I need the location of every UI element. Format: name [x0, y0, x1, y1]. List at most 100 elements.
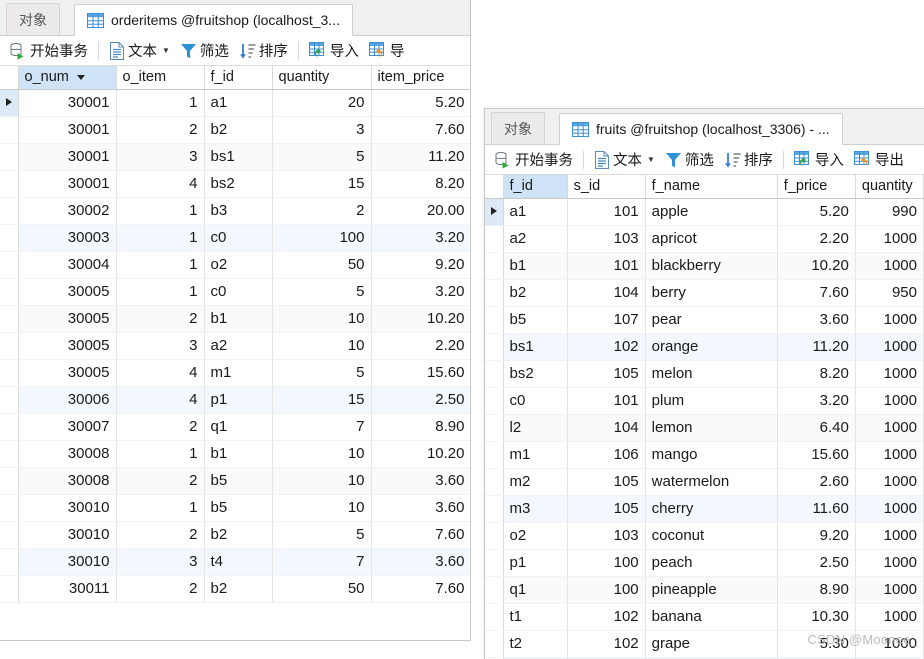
cell-quantity[interactable]: 5 [272, 278, 372, 306]
cell-f_price[interactable]: 11.20 [777, 333, 856, 361]
table-row[interactable]: b1 101 blackberry 10.20 1000 [485, 252, 924, 280]
cell-quantity[interactable]: 10 [272, 305, 372, 333]
cell-f_price[interactable]: 3.60 [777, 306, 856, 334]
cell-item_price[interactable]: 9.20 [371, 251, 470, 279]
cell-item_price[interactable]: 10.20 [371, 305, 470, 333]
row-marker-cell[interactable] [0, 170, 19, 198]
cell-o_item[interactable]: 2 [116, 116, 205, 144]
row-marker-cell[interactable] [0, 359, 19, 387]
cell-quantity[interactable]: 10 [272, 440, 372, 468]
cell-item_price[interactable]: 7.60 [371, 116, 470, 144]
cell-f_name[interactable]: apricot [645, 225, 778, 253]
cell-f_price[interactable]: 2.20 [777, 225, 856, 253]
cell-s_id[interactable]: 104 [567, 414, 646, 442]
table-row[interactable]: m1 106 mango 15.60 1000 [485, 441, 924, 469]
row-marker-cell[interactable] [485, 495, 504, 523]
table-row[interactable]: b2 104 berry 7.60 950 [485, 279, 924, 307]
cell-f_id[interactable]: m3 [503, 495, 568, 523]
cell-item_price[interactable]: 2.50 [371, 386, 470, 414]
cell-o_num[interactable]: 30008 [18, 440, 117, 468]
cell-item_price[interactable]: 7.60 [371, 521, 470, 549]
cell-o_num[interactable]: 30011 [18, 575, 117, 603]
cell-quantity[interactable]: 10 [272, 494, 372, 522]
cell-item_price[interactable]: 15.60 [371, 359, 470, 387]
cell-quantity[interactable]: 1000 [855, 441, 924, 469]
cell-f_id[interactable]: bs2 [503, 360, 568, 388]
cell-f_id[interactable]: p1 [204, 386, 273, 414]
cell-o_num[interactable]: 30008 [18, 467, 117, 495]
cell-s_id[interactable]: 105 [567, 360, 646, 388]
cell-quantity[interactable]: 100 [272, 224, 372, 252]
cell-quantity[interactable]: 1000 [855, 468, 924, 496]
cell-quantity[interactable]: 1000 [855, 549, 924, 577]
cell-s_id[interactable]: 101 [567, 198, 646, 226]
table-row[interactable]: 30006 4 p1 15 2.50 [0, 386, 470, 414]
cell-f_id[interactable]: t4 [204, 548, 273, 576]
cell-o_item[interactable]: 1 [116, 494, 205, 522]
row-marker-cell[interactable] [0, 467, 19, 495]
row-marker-cell[interactable] [0, 413, 19, 441]
table-row[interactable]: 30001 4 bs2 15 8.20 [0, 170, 470, 198]
row-marker-cell[interactable] [0, 386, 19, 414]
cell-quantity[interactable]: 1000 [855, 603, 924, 631]
cell-f_price[interactable]: 6.40 [777, 414, 856, 442]
cell-quantity[interactable]: 950 [855, 279, 924, 307]
cell-f_name[interactable]: apple [645, 198, 778, 226]
cell-o_num[interactable]: 30001 [18, 116, 117, 144]
cell-f_id[interactable]: a1 [204, 89, 273, 117]
cell-f_name[interactable]: melon [645, 360, 778, 388]
cell-s_id[interactable]: 107 [567, 306, 646, 334]
sort-button[interactable]: 排序 [234, 38, 293, 64]
row-marker-cell[interactable] [485, 468, 504, 496]
row-marker-cell[interactable] [485, 630, 504, 658]
chevron-down-icon[interactable]: ▼ [162, 46, 170, 55]
cell-quantity[interactable]: 5 [272, 359, 372, 387]
cell-quantity[interactable]: 1000 [855, 414, 924, 442]
cell-o_item[interactable]: 4 [116, 170, 205, 198]
cell-o_item[interactable]: 2 [116, 467, 205, 495]
cell-f_id[interactable]: a2 [503, 225, 568, 253]
cell-item_price[interactable]: 3.60 [371, 548, 470, 576]
cell-f_id[interactable]: o2 [204, 251, 273, 279]
row-marker-cell[interactable] [0, 251, 19, 279]
filter-button[interactable]: 筛选 [175, 38, 234, 64]
cell-item_price[interactable]: 20.00 [371, 197, 470, 225]
cell-item_price[interactable]: 5.20 [371, 89, 470, 117]
cell-f_name[interactable]: cherry [645, 495, 778, 523]
cell-o_item[interactable]: 1 [116, 440, 205, 468]
cell-o_num[interactable]: 30010 [18, 548, 117, 576]
row-marker-cell[interactable] [485, 603, 504, 631]
cell-item_price[interactable]: 3.60 [371, 467, 470, 495]
cell-quantity[interactable]: 2 [272, 197, 372, 225]
cell-f_id[interactable]: q1 [204, 413, 273, 441]
cell-item_price[interactable]: 2.20 [371, 332, 470, 360]
table-row[interactable]: o2 103 coconut 9.20 1000 [485, 522, 924, 550]
cell-o_item[interactable]: 2 [116, 575, 205, 603]
cell-f_name[interactable]: lemon [645, 414, 778, 442]
cell-f_name[interactable]: orange [645, 333, 778, 361]
cell-f_price[interactable]: 8.90 [777, 576, 856, 604]
tab-fruits-table[interactable]: fruits @fruitshop (localhost_3306) - ... [559, 113, 843, 145]
tab-orderitems-table[interactable]: orderitems @fruitshop (localhost_3... [74, 4, 353, 36]
cell-o_num[interactable]: 30002 [18, 197, 117, 225]
cell-f_id[interactable]: a1 [503, 198, 568, 226]
orderitems-grid[interactable]: o_num o_item f_id quantity item_price 30… [0, 66, 470, 603]
cell-s_id[interactable]: 102 [567, 630, 646, 658]
table-row[interactable]: 30005 3 a2 10 2.20 [0, 332, 470, 360]
import-button[interactable]: 导入 [304, 38, 364, 64]
export-button[interactable]: 导 [364, 38, 410, 64]
row-marker-cell[interactable] [485, 225, 504, 253]
column-header-o-item[interactable]: o_item [116, 66, 205, 90]
cell-f_name[interactable]: blackberry [645, 252, 778, 280]
cell-f_id[interactable]: m1 [503, 441, 568, 469]
table-row[interactable]: a1 101 apple 5.20 990 [485, 198, 924, 226]
export-button[interactable]: 导出 [849, 147, 909, 173]
cell-f_name[interactable]: grape [645, 630, 778, 658]
row-marker-cell[interactable] [485, 306, 504, 334]
cell-s_id[interactable]: 105 [567, 468, 646, 496]
table-row[interactable]: 30008 2 b5 10 3.60 [0, 467, 470, 495]
cell-f_price[interactable]: 3.20 [777, 387, 856, 415]
cell-s_id[interactable]: 101 [567, 252, 646, 280]
cell-o_item[interactable]: 2 [116, 305, 205, 333]
chevron-down-icon[interactable]: ▼ [647, 155, 655, 164]
